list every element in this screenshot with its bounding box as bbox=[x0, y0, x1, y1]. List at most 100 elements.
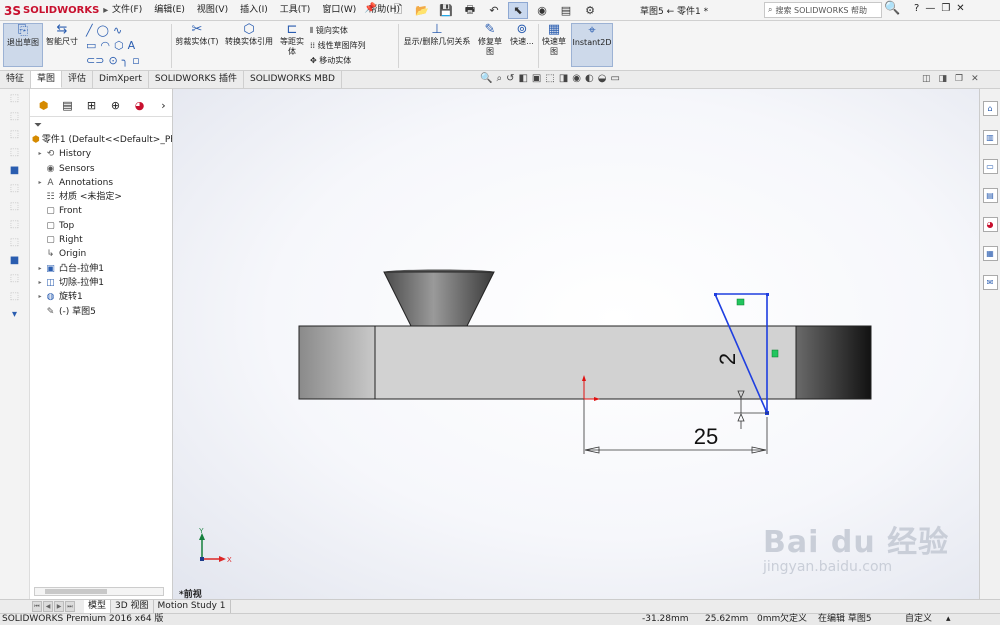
expand-arrow-icon[interactable]: ▸ bbox=[36, 176, 44, 190]
sketch-vertex[interactable] bbox=[714, 293, 717, 296]
body-left-face[interactable] bbox=[298, 325, 376, 400]
dynamic-annotation-icon[interactable]: ▣ bbox=[532, 73, 541, 84]
cone-boss[interactable] bbox=[383, 271, 495, 327]
tree-item[interactable]: ▢ Top bbox=[32, 219, 172, 233]
previous-view-icon[interactable]: ↺ bbox=[506, 73, 514, 84]
magnifier-search-icon[interactable]: 🔍 bbox=[884, 1, 900, 16]
scrollbar-thumb[interactable] bbox=[45, 589, 107, 594]
expand-arrow-icon[interactable]: ▸ bbox=[36, 147, 44, 161]
open-icon[interactable]: 📂 bbox=[412, 2, 432, 19]
viewport-restore-icon[interactable]: ❐ bbox=[955, 74, 963, 84]
polygon-icon[interactable]: ⬡ bbox=[114, 39, 124, 52]
print-icon[interactable]: 🖶 bbox=[460, 2, 480, 19]
menu-insert[interactable]: 插入(I) bbox=[234, 4, 274, 17]
last-tab-icon[interactable]: ⏭ bbox=[65, 601, 75, 612]
sketch-tool-icon[interactable]: ⬚ bbox=[8, 93, 22, 107]
expand-arrow-icon[interactable]: ▸ bbox=[36, 276, 44, 290]
sketch-vertex[interactable] bbox=[766, 293, 769, 296]
new-document-icon[interactable]: 🗋 bbox=[388, 2, 408, 19]
help-question-icon[interactable]: ? bbox=[914, 3, 919, 14]
rapid-sketch-button[interactable]: ▦ 快速草图 bbox=[540, 23, 568, 57]
tree-item[interactable]: ▸ ▣ 凸台-拉伸1 bbox=[32, 262, 172, 276]
viewport-tile-icon[interactable]: ◨ bbox=[939, 74, 948, 84]
sketch-tool-icon[interactable]: ■ bbox=[8, 255, 22, 269]
spline-icon[interactable]: ∿ bbox=[113, 24, 122, 37]
minimize-icon[interactable]: — bbox=[925, 3, 935, 14]
graphics-viewport[interactable]: 2 25 Y X *前视 Bai du 经验 jingyan.baidu.com bbox=[173, 89, 979, 599]
close-icon[interactable]: ✕ bbox=[956, 3, 964, 14]
ellipse-icon[interactable]: ⊙ bbox=[108, 54, 117, 67]
vertical-relation-icon[interactable] bbox=[771, 349, 779, 358]
point-icon[interactable]: ▫ bbox=[132, 54, 139, 67]
mirror-entities-button[interactable]: ⫴ 镜向实体 bbox=[310, 23, 366, 38]
dim-25-text[interactable]: 25 bbox=[694, 424, 718, 449]
section-view-icon[interactable]: ◧ bbox=[518, 73, 527, 84]
panel-expand-icon[interactable]: › bbox=[156, 99, 171, 116]
sketch-tool-icon[interactable]: ⬚ bbox=[8, 291, 22, 305]
slot-icon[interactable]: ⊂⊃ bbox=[86, 54, 104, 67]
horizontal-scrollbar[interactable] bbox=[34, 587, 164, 596]
linear-pattern-button[interactable]: ⁞⁞ 线性草图阵列 bbox=[310, 38, 366, 53]
text-icon[interactable]: A bbox=[128, 39, 136, 52]
traffic-light-icon[interactable]: ◉ bbox=[532, 2, 552, 19]
exit-sketch-button[interactable]: ⎘ 退出草图 bbox=[3, 23, 43, 67]
save-icon[interactable]: 💾 bbox=[436, 2, 456, 19]
custom-properties-icon[interactable]: ▦ bbox=[982, 246, 998, 261]
sketch-tool-icon[interactable]: ⬚ bbox=[8, 201, 22, 215]
view-settings-icon[interactable]: ▭ bbox=[610, 73, 619, 84]
sketch-tool-icon[interactable]: ⬚ bbox=[8, 147, 22, 161]
help-search-box[interactable]: ⌕ 搜索 SOLIDWORKS 帮助 bbox=[764, 2, 882, 18]
menu-tools[interactable]: 工具(T) bbox=[274, 4, 317, 17]
sketch-tool-icon[interactable]: ▾ bbox=[8, 309, 22, 323]
appearances-icon[interactable]: ◕ bbox=[982, 217, 998, 232]
tree-item[interactable]: ▸ A Annotations bbox=[32, 176, 172, 190]
sketch-tool-icon[interactable]: ⬚ bbox=[8, 183, 22, 197]
circle-icon[interactable]: ◯ bbox=[97, 24, 109, 37]
forum-icon[interactable]: ✉ bbox=[982, 275, 998, 290]
body-right-face[interactable] bbox=[795, 325, 872, 400]
fillet-icon[interactable]: ╮ bbox=[122, 54, 129, 67]
tree-item[interactable]: ⬢ 零件1 (Default<<Default>_Ph bbox=[32, 133, 172, 147]
edit-appearance-icon[interactable]: ◐ bbox=[585, 73, 594, 84]
offset-entities-button[interactable]: ⊏ 等距实体 bbox=[278, 23, 306, 57]
tab-dimxpert[interactable]: DimXpert bbox=[93, 71, 149, 88]
sketch-tool-icon[interactable]: ⬚ bbox=[8, 219, 22, 233]
file-properties-icon[interactable]: ▤ bbox=[556, 2, 576, 19]
view-orientation-icon[interactable]: ⬚ bbox=[545, 73, 554, 84]
horizontal-relation-icon[interactable] bbox=[736, 298, 745, 306]
tree-item[interactable]: ✎ (-) 草图5 bbox=[32, 305, 172, 319]
trim-entities-button[interactable]: ✂ 剪裁实体(T) bbox=[174, 23, 220, 47]
first-tab-icon[interactable]: ⏮ bbox=[32, 601, 42, 612]
viewport-close-icon[interactable]: ✕ bbox=[971, 74, 979, 84]
tree-item[interactable]: ▢ Front bbox=[32, 204, 172, 218]
units-dropdown-icon[interactable]: ▴ bbox=[946, 614, 951, 625]
tab-evaluate[interactable]: 评估 bbox=[62, 71, 94, 88]
tree-item[interactable]: ▸ ⟲ History bbox=[32, 147, 172, 161]
menu-view[interactable]: 视图(V) bbox=[191, 4, 234, 17]
display-style-icon[interactable]: ◨ bbox=[559, 73, 568, 84]
dimxpert-manager-tab-icon[interactable]: ⊕ bbox=[108, 99, 123, 116]
restore-icon[interactable]: ❐ bbox=[941, 3, 950, 14]
rectangle-icon[interactable]: ▭ bbox=[86, 39, 96, 52]
prev-tab-icon[interactable]: ◀ bbox=[43, 601, 53, 612]
sketch-tool-icon[interactable]: ■ bbox=[8, 165, 22, 179]
zoom-to-fit-icon[interactable]: 🔍 bbox=[480, 73, 492, 84]
tree-item[interactable]: ↳ Origin bbox=[32, 247, 172, 261]
line-icon[interactable]: ╱ bbox=[86, 24, 93, 37]
instant2d-button[interactable]: ⌖ Instant2D bbox=[571, 23, 613, 67]
home-icon[interactable]: ⌂ bbox=[982, 101, 998, 116]
options-gear-icon[interactable]: ⚙ bbox=[580, 2, 600, 19]
filter-icon[interactable]: ⏷ bbox=[30, 117, 172, 133]
tab-motion-study[interactable]: Motion Study 1 bbox=[154, 600, 231, 613]
feature-tree-tab-icon[interactable]: ⬢ bbox=[36, 99, 51, 116]
menu-edit[interactable]: 编辑(E) bbox=[148, 4, 191, 17]
menu-file[interactable]: 文件(F) bbox=[106, 4, 148, 17]
tab-model[interactable]: 模型 bbox=[84, 600, 112, 613]
hide-show-icon[interactable]: ◉ bbox=[572, 73, 581, 84]
undo-icon[interactable]: ↶ bbox=[484, 2, 504, 19]
tree-item[interactable]: ◉ Sensors bbox=[32, 162, 172, 176]
zoom-area-icon[interactable]: ⌕ bbox=[496, 73, 502, 84]
sketch-tool-icon[interactable]: ⬚ bbox=[8, 111, 22, 125]
next-tab-icon[interactable]: ▶ bbox=[54, 601, 64, 612]
view-palette-icon[interactable]: ▤ bbox=[982, 188, 998, 203]
